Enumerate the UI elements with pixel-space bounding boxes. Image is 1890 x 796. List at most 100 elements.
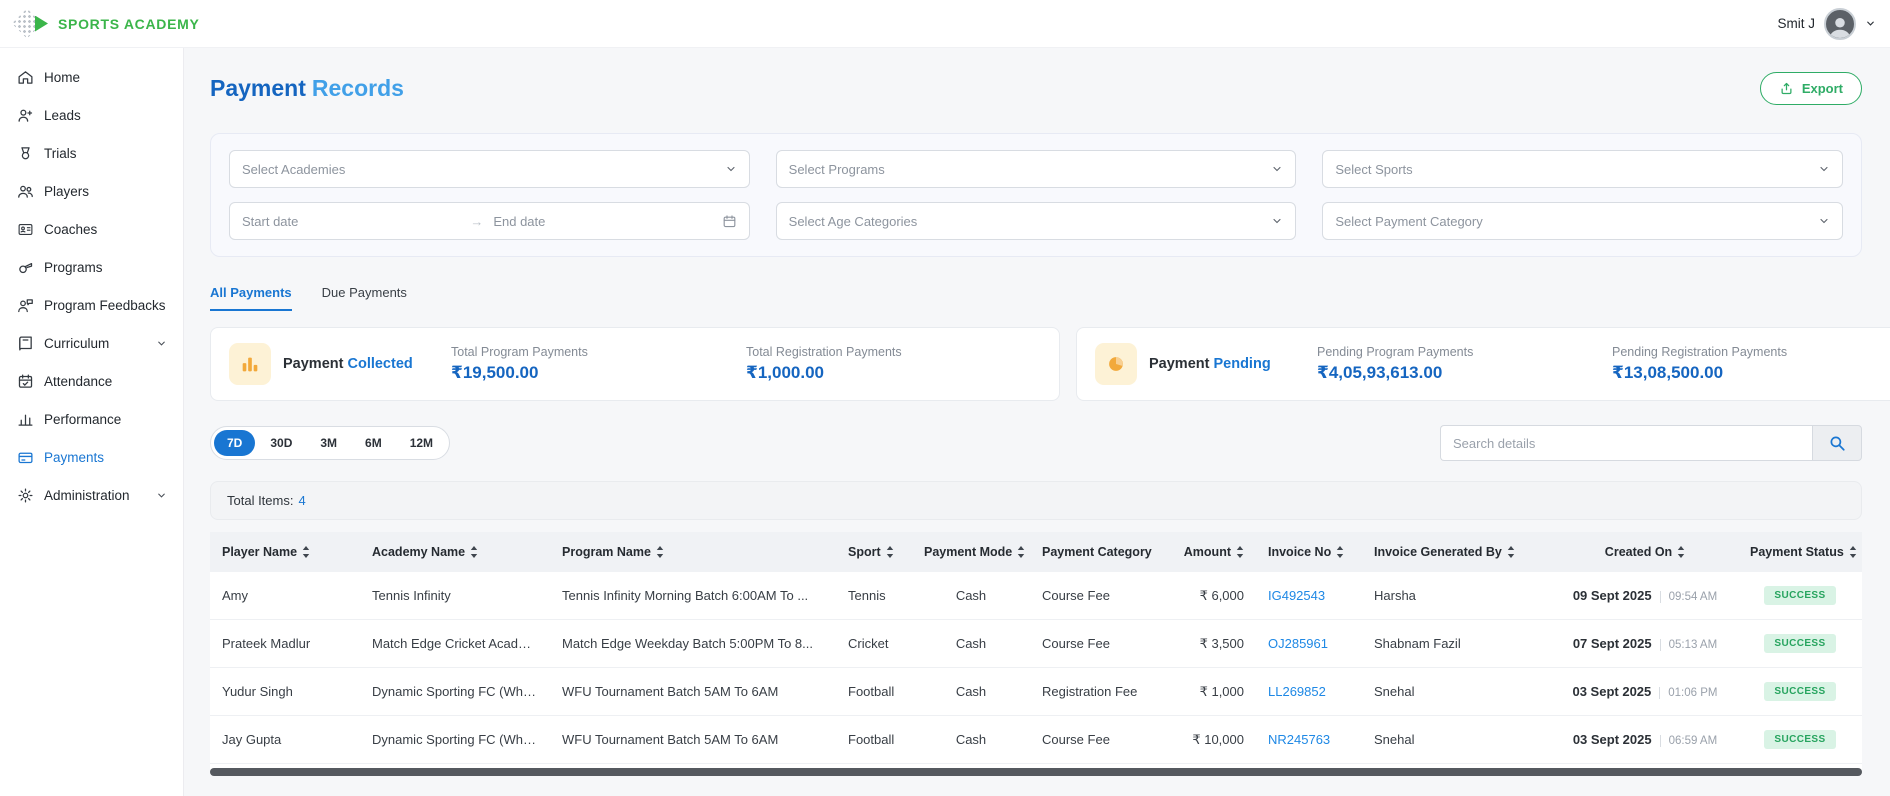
logo-play-icon: [35, 15, 48, 32]
column-header-payment-status[interactable]: Payment Status: [1738, 532, 1862, 572]
sidebar-item-attendance[interactable]: Attendance: [0, 362, 183, 400]
created-on-cell: 03 Sept 2025 06:59 AM: [1552, 715, 1738, 764]
app-logo[interactable]: SPORTS ACADEMY: [12, 8, 200, 40]
sidebar-item-leads[interactable]: Leads: [0, 96, 183, 134]
table-row: Amy Tennis Infinity Tennis Infinity Morn…: [210, 572, 1862, 620]
export-icon: [1779, 81, 1794, 96]
search-bar: [1440, 425, 1862, 461]
column-header-academy-name[interactable]: Academy Name: [360, 532, 550, 572]
sidebar-item-coaches[interactable]: Coaches: [0, 210, 183, 248]
pending-title-plain: Payment: [1149, 356, 1210, 372]
sidebar-item-performance[interactable]: Performance: [0, 400, 183, 438]
invoice-link[interactable]: NR245763: [1268, 732, 1330, 747]
sort-icon: [1677, 546, 1685, 558]
program-name-cell: Match Edge Weekday Batch 5:00PM To 8...: [550, 619, 836, 668]
column-header-program-name[interactable]: Program Name: [550, 532, 836, 572]
payment-category-cell: Course Fee: [1030, 619, 1164, 668]
tab-due-payments[interactable]: Due Payments: [322, 285, 407, 311]
invoice-link[interactable]: LL269852: [1268, 684, 1326, 699]
total-items-label: Total Items:: [227, 493, 294, 508]
programs-select-value: Select Programs: [788, 161, 885, 177]
table-row: Jay Gupta Dynamic Sporting FC (Whitefiel…: [210, 715, 1862, 764]
metric-value: ₹13,08,500.00: [1612, 363, 1724, 382]
amount-cell: ₹ 6,000: [1164, 572, 1256, 620]
payments-table: Player Name Academy Name Program Name Sp…: [210, 532, 1862, 776]
metric-value: ₹4,05,93,613.00: [1317, 363, 1443, 382]
feedback-icon: [16, 297, 34, 314]
pending-title-accent: Pending: [1213, 356, 1271, 372]
payment-category-select-value: Select Payment Category: [1335, 213, 1483, 229]
sidebar-item-payments[interactable]: Payments: [0, 438, 183, 476]
range-pill-30d[interactable]: 30D: [257, 430, 305, 456]
table-row: Prateek Madlur Match Edge Cricket Academ…: [210, 619, 1862, 668]
range-pill-3m[interactable]: 3M: [307, 430, 350, 456]
payment-category-cell: Registration Fee: [1030, 667, 1164, 716]
bar-chart-icon: [229, 343, 271, 385]
created-on-cell: 07 Sept 2025 05:13 AM: [1552, 619, 1738, 668]
sort-icon: [1337, 546, 1344, 558]
leads-icon: [16, 107, 34, 124]
sidebar-item-trials[interactable]: Trials: [0, 134, 183, 172]
programs-select[interactable]: Select Programs: [775, 150, 1297, 188]
column-header-created-on[interactable]: Created On: [1552, 532, 1738, 572]
column-header-amount[interactable]: Amount: [1164, 532, 1256, 572]
range-pill-7d[interactable]: 7D: [214, 430, 256, 456]
invoice-link[interactable]: IG492543: [1268, 588, 1325, 603]
payment-mode-cell: Cash: [912, 572, 1030, 620]
payment-category-select[interactable]: Select Payment Category: [1322, 202, 1843, 240]
collected-card-title: Payment Collected: [283, 356, 413, 372]
sidebar-item-administration[interactable]: Administration: [0, 476, 183, 514]
status-badge: SUCCESS: [1764, 682, 1836, 701]
main-content: Payment Records Export Select Academies S…: [184, 48, 1890, 796]
sidebar-item-label: Home: [44, 69, 81, 85]
column-header-sport[interactable]: Sport: [836, 532, 912, 572]
summary-cards: Payment Collected Total Program Payments…: [210, 327, 1890, 401]
sort-icon: [1018, 546, 1025, 558]
payment-mode-cell: Cash: [912, 715, 1030, 764]
page-title-primary: Payment: [210, 75, 306, 101]
sort-icon: [886, 546, 893, 558]
export-button[interactable]: Export: [1759, 72, 1862, 105]
column-header-invoice-generated-by[interactable]: Invoice Generated By: [1362, 532, 1552, 572]
collected-title-accent: Collected: [347, 356, 413, 372]
invoice-generated-by-cell: Harsha: [1362, 572, 1552, 620]
sidebar-item-curriculum[interactable]: Curriculum: [0, 324, 183, 362]
sidebar-item-program-feedbacks[interactable]: Program Feedbacks: [0, 286, 183, 324]
sport-cell: Football: [836, 715, 912, 764]
invoice-link[interactable]: OJ285961: [1268, 636, 1328, 651]
column-header-invoice-no[interactable]: Invoice No: [1256, 532, 1362, 572]
sidebar-item-players[interactable]: Players: [0, 172, 183, 210]
sidebar-item-home[interactable]: Home: [0, 58, 183, 96]
created-time: 01:06 PM: [1659, 687, 1718, 699]
pending-card-title: Payment Pending: [1149, 356, 1271, 372]
coaches-icon: [16, 221, 34, 238]
user-menu[interactable]: Smit J: [1777, 7, 1876, 40]
academies-select[interactable]: Select Academies: [229, 150, 750, 188]
sidebar-item-programs[interactable]: Programs: [0, 248, 183, 286]
created-on-cell: 03 Sept 2025 01:06 PM: [1552, 667, 1738, 716]
column-header-payment-mode[interactable]: Payment Mode: [912, 532, 1030, 572]
horizontal-scrollbar[interactable]: [210, 768, 1862, 776]
player-name-cell: Prateek Madlur: [210, 619, 360, 668]
sort-icon: [470, 546, 478, 558]
tab-all-payments[interactable]: All Payments: [210, 285, 292, 311]
column-header-player-name[interactable]: Player Name: [210, 532, 360, 572]
date-range-input[interactable]: Start date → End date: [229, 202, 750, 240]
search-button[interactable]: [1812, 425, 1862, 461]
search-input[interactable]: [1440, 425, 1812, 461]
range-pill-6m[interactable]: 6M: [352, 430, 395, 456]
metric-label: Total Program Payments: [451, 345, 588, 359]
sports-select[interactable]: Select Sports: [1322, 150, 1843, 188]
created-time: 06:59 AM: [1659, 735, 1718, 747]
curriculum-icon: [16, 335, 34, 352]
sort-icon: [302, 546, 310, 558]
range-pill-12m[interactable]: 12M: [397, 430, 446, 456]
chevron-down-icon: [1818, 215, 1830, 227]
age-categories-select[interactable]: Select Age Categories: [775, 202, 1297, 240]
total-items-count: 4: [298, 493, 306, 508]
metric-label: Pending Program Payments: [1317, 345, 1474, 359]
sport-cell: Cricket: [836, 619, 912, 668]
chevron-down-icon: [1818, 163, 1830, 175]
date-range-arrow: →: [470, 213, 484, 229]
amount-cell: ₹ 10,000: [1164, 715, 1256, 764]
